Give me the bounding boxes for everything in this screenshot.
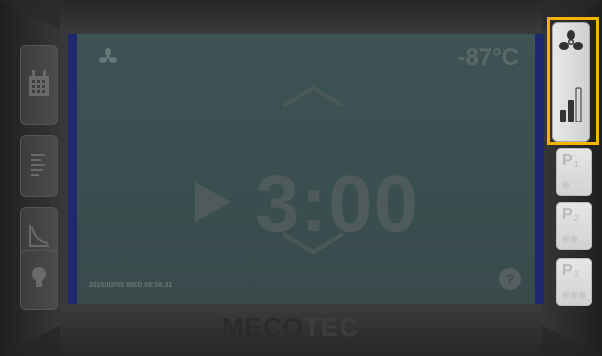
chevron-down-icon[interactable] (279, 230, 347, 261)
snowflake-icon: ❄❄ (561, 234, 578, 246)
preset-number: 3 (574, 270, 579, 279)
logo-part1: MECO (222, 312, 304, 342)
preset-label: P (562, 152, 573, 169)
calendar-button[interactable] (20, 45, 58, 125)
preset-p1-button[interactable]: P 1 ❄ (556, 148, 592, 196)
logo-part2: TEC (304, 312, 359, 342)
curve-chart-icon (27, 223, 51, 254)
preset-label: P (562, 262, 573, 279)
lightbulb-icon (30, 265, 48, 296)
ceiling (60, 0, 542, 34)
preset-p3-button[interactable]: P 3 ❄❄❄ (556, 258, 592, 306)
light-button[interactable] (20, 250, 58, 310)
preset-number: 2 (574, 214, 579, 223)
datetime-label: 2025/02/05 WED 08:58:31 (89, 282, 173, 289)
brand-logo: MECOTEC (222, 312, 359, 343)
chevron-up-icon[interactable] (279, 84, 347, 115)
list-icon (29, 151, 49, 182)
selection-highlight (547, 17, 599, 145)
help-icon[interactable]: ? (499, 268, 521, 290)
preset-label: P (562, 206, 573, 223)
main-screen: -87°C 3:00 2025/02/05 WED 08:58:31 ? (68, 34, 544, 304)
calendar-icon (27, 68, 51, 103)
temperature-readout: -87°C (457, 44, 519, 71)
log-list-button[interactable] (20, 135, 58, 197)
preset-p2-button[interactable]: P 2 ❄❄ (556, 202, 592, 250)
snowflake-icon: ❄❄❄ (561, 290, 587, 302)
snowflake-icon: ❄ (561, 180, 570, 192)
play-icon[interactable] (193, 180, 233, 229)
fan-status-icon (99, 48, 117, 71)
preset-number: 1 (574, 160, 579, 169)
app-frame: -87°C 3:00 2025/02/05 WED 08:58:31 ? P 1… (0, 0, 602, 356)
